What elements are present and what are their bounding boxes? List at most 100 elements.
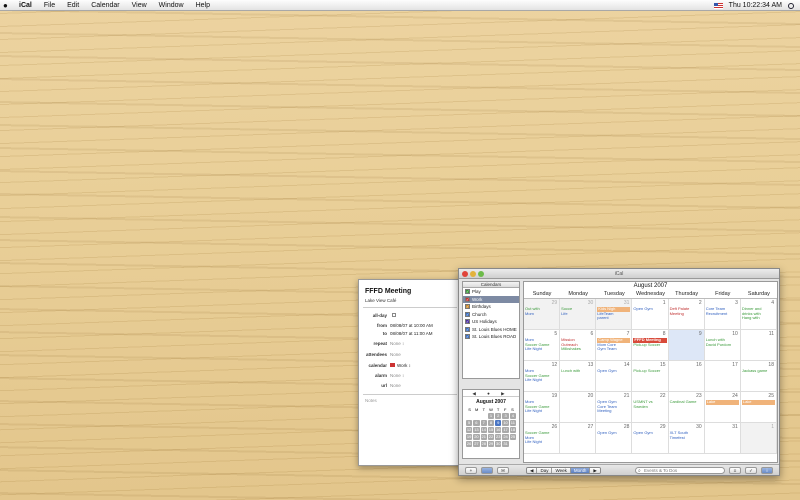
- day-cell[interactable]: 16: [668, 361, 705, 392]
- mini-day[interactable]: 14: [480, 427, 487, 433]
- mini-day[interactable]: 16: [495, 427, 502, 433]
- day-cell[interactable]: 19 Mom Soccer Game Life Night: [524, 392, 561, 423]
- list-view-icon[interactable]: ≡: [729, 467, 741, 474]
- calendar-event[interactable]: Meeting: [670, 311, 703, 317]
- month-view-button[interactable]: Month: [570, 468, 591, 473]
- day-cell[interactable]: 29 Open Gym: [632, 423, 669, 454]
- mini-day[interactable]: 4: [509, 413, 516, 419]
- menu-view[interactable]: View: [126, 2, 153, 9]
- window-titlebar[interactable]: iCal: [459, 269, 779, 279]
- day-cell[interactable]: 30 XLT South Timefest: [668, 423, 705, 454]
- calendar-event[interactable]: Mom: [525, 311, 558, 317]
- calendar-event[interactable]: Hang with: [742, 315, 775, 321]
- mini-day[interactable]: 5: [466, 420, 473, 426]
- mini-day[interactable]: 2: [495, 413, 502, 419]
- day-cell[interactable]: 11: [740, 330, 777, 361]
- mini-day[interactable]: 26: [466, 441, 473, 447]
- mini-day[interactable]: 31: [502, 441, 509, 447]
- mini-day[interactable]: 1: [487, 413, 495, 419]
- calendar-checkbox[interactable]: ✓: [465, 311, 470, 317]
- calendar-checkbox[interactable]: ✓: [465, 319, 470, 325]
- clock[interactable]: Thu 10:22:34 AM: [729, 2, 782, 9]
- menu-ical[interactable]: iCal: [13, 2, 38, 9]
- url-field[interactable]: None: [390, 383, 401, 388]
- day-cell[interactable]: 24 Lake: [704, 392, 741, 423]
- calendar-event[interactable]: Sweden: [633, 404, 666, 410]
- calendar-checkbox[interactable]: ✓: [465, 326, 470, 332]
- day-cell[interactable]: 21 Open Gym Core Team Meeting: [596, 392, 633, 423]
- event-title[interactable]: FFFD Meeting: [365, 288, 411, 295]
- calendar-item[interactable]: ✓ Play: [463, 288, 519, 296]
- calendar-item[interactable]: ✓ Church: [463, 311, 519, 319]
- to-field[interactable]: 08/08/07 at 11:00 AM: [390, 331, 432, 336]
- day-cell[interactable]: 28 Open Gym: [596, 423, 633, 454]
- calendar-event[interactable]: Recruitment: [706, 311, 739, 317]
- mini-day[interactable]: 11: [509, 420, 516, 426]
- day-cell[interactable]: 9: [668, 330, 705, 361]
- mini-day[interactable]: 6: [473, 420, 480, 426]
- day-cell[interactable]: 10 Lunch with David Purdom: [704, 330, 741, 361]
- calendar-checkbox[interactable]: ✓: [465, 296, 470, 302]
- day-cell[interactable]: 7 Camp Wagne Mom Core Gym Team: [596, 330, 633, 361]
- menu-help[interactable]: Help: [190, 2, 216, 9]
- calendar-event[interactable]: Life Night: [525, 346, 558, 352]
- mail-button[interactable]: ✉: [497, 467, 509, 474]
- calendar-event[interactable]: Open Gym: [597, 368, 630, 374]
- menu-file[interactable]: File: [38, 2, 61, 9]
- day-cell[interactable]: 17: [704, 361, 741, 392]
- notes-field[interactable]: Notes: [365, 398, 377, 403]
- day-cell[interactable]: 31 Kids Nigh LifeTeam parent: [596, 299, 633, 330]
- calendar-event[interactable]: Milkshakes: [561, 346, 594, 352]
- calendar-item[interactable]: ✓ Work: [463, 295, 519, 303]
- calendar-item[interactable]: ✓ St. Louis Blues ROAD: [463, 333, 519, 341]
- next-button[interactable]: ▶: [590, 468, 600, 473]
- menu-window[interactable]: Window: [153, 2, 190, 9]
- mini-day[interactable]: 9: [495, 420, 502, 426]
- day-cell[interactable]: 23 Cardinal Game: [668, 392, 705, 423]
- day-cell[interactable]: 3 Core Team Recruitment: [704, 299, 741, 330]
- week-view-button[interactable]: Week: [552, 468, 571, 473]
- mini-day[interactable]: 25: [509, 434, 516, 440]
- calendar-event[interactable]: Lunch with: [561, 368, 594, 374]
- day-cell[interactable]: 2 Deft Palate Meeting: [668, 299, 705, 330]
- spotlight-search-icon[interactable]: [788, 2, 794, 9]
- mini-day[interactable]: 20: [473, 434, 480, 440]
- calendar-item[interactable]: ✓ Birthdays: [463, 303, 519, 311]
- day-cell[interactable]: 18 Jackass game: [740, 361, 777, 392]
- calendar-event[interactable]: Meeting: [597, 408, 630, 414]
- todo-icon[interactable]: ✓: [745, 467, 757, 474]
- mini-day[interactable]: 21: [480, 434, 487, 440]
- mini-day[interactable]: 30: [495, 441, 502, 447]
- mini-day[interactable]: 8: [487, 420, 495, 426]
- day-cell[interactable]: 30 Socce Life: [560, 299, 597, 330]
- day-cell[interactable]: 26 Soccer Game Mom Life Night: [524, 423, 561, 454]
- from-field[interactable]: 08/08/07 at 10:00 AM: [390, 323, 433, 328]
- minimize-button[interactable]: [470, 271, 476, 277]
- day-cell[interactable]: 6 Mission Outreach Milkshakes: [560, 330, 597, 361]
- calendar-event[interactable]: Pick-up Soccer: [633, 342, 666, 348]
- show-mini-calendar-button[interactable]: [481, 467, 493, 474]
- day-cell[interactable]: 29 Out with Mom: [524, 299, 561, 330]
- day-cell[interactable]: 4 Dinner and drinks with Hang with: [740, 299, 777, 330]
- calendar-event[interactable]: Life: [561, 311, 594, 317]
- day-cell[interactable]: 1 Open Gym: [632, 299, 669, 330]
- mini-day[interactable]: 29: [487, 441, 495, 447]
- add-calendar-button[interactable]: +: [465, 467, 477, 474]
- calendar-item[interactable]: ✓ St. Louis Blues HOME: [463, 326, 519, 334]
- close-button[interactable]: [462, 271, 468, 277]
- mini-day[interactable]: 27: [473, 441, 480, 447]
- mini-day[interactable]: 19: [466, 434, 473, 440]
- calendar-event[interactable]: Jackass game: [742, 368, 775, 374]
- calendar-event[interactable]: Open Gym: [633, 306, 666, 312]
- calendar-checkbox[interactable]: ✓: [465, 289, 470, 295]
- menu-calendar[interactable]: Calendar: [85, 2, 125, 9]
- day-cell[interactable]: 25 Lake: [740, 392, 777, 423]
- day-cell[interactable]: 13 Lunch with: [560, 361, 597, 392]
- calendar-checkbox[interactable]: ✓: [465, 304, 470, 310]
- day-cell[interactable]: 1: [740, 423, 777, 454]
- mini-day[interactable]: 13: [473, 427, 480, 433]
- mini-day[interactable]: 7: [480, 420, 487, 426]
- mini-day[interactable]: 18: [509, 427, 516, 433]
- day-cell[interactable]: 20: [560, 392, 597, 423]
- calendar-checkbox[interactable]: ✓: [465, 334, 470, 340]
